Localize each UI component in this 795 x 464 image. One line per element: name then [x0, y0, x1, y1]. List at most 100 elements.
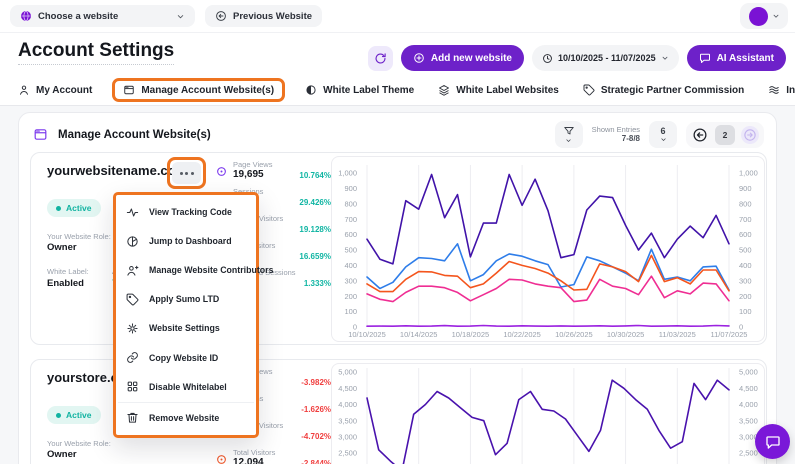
contrast-icon [305, 84, 317, 96]
svg-text:10/26/2025: 10/26/2025 [555, 330, 593, 339]
menu-item-remove-website[interactable]: Remove Website [116, 404, 256, 432]
svg-text:200: 200 [344, 292, 357, 301]
stat-value: 12,094 [233, 457, 264, 464]
activity-icon [126, 206, 139, 219]
tab-strategic-partner-commission[interactable]: Strategic Partner Commission [583, 84, 744, 96]
user-menu[interactable] [740, 3, 788, 29]
grid-icon [126, 380, 139, 393]
more-actions-button[interactable] [172, 162, 201, 184]
next-page-button[interactable] [741, 126, 759, 144]
menu-item-label: Apply Sumo LTD [149, 294, 219, 304]
svg-text:10/18/2025: 10/18/2025 [452, 330, 490, 339]
tab-label: Manage Account Website(s) [141, 85, 274, 96]
choose-website-dropdown[interactable]: Choose a website [10, 5, 195, 27]
svg-text:500: 500 [344, 246, 357, 255]
tab-manage-account-websites[interactable]: Manage Account Website(s) [112, 78, 285, 102]
refresh-button[interactable] [368, 46, 393, 71]
tag-icon [126, 293, 139, 306]
stat-label: Page Views [233, 160, 272, 169]
stat-percent: 1.333% [304, 279, 331, 288]
svg-text:11/07/2025: 11/07/2025 [711, 330, 748, 339]
layers-icon [438, 84, 450, 96]
top-navigation-bar: Choose a website Previous Website [0, 0, 795, 33]
more-actions-icon [180, 172, 183, 175]
stat-percent: -3.982% [301, 378, 331, 387]
svg-text:400: 400 [344, 261, 357, 270]
menu-item-label: Manage Website Contributors [149, 265, 273, 275]
menu-item-label: Jump to Dashboard [149, 236, 232, 246]
tab-label: Strategic Partner Commission [601, 85, 744, 96]
previous-website-button[interactable]: Previous Website [205, 5, 322, 27]
svg-text:500: 500 [739, 246, 752, 255]
previous-website-label: Previous Website [233, 11, 312, 22]
chevron-down-icon [565, 137, 572, 144]
svg-text:5,000: 5,000 [739, 368, 758, 377]
svg-text:2,500: 2,500 [739, 449, 758, 458]
menu-item-jump-to-dashboard[interactable]: Jump to Dashboard [116, 227, 256, 255]
funnel-icon [563, 125, 575, 137]
date-range-picker[interactable]: 10/10/2025 - 11/07/2025 [532, 45, 679, 71]
menu-item-label: Disable Whitelabel [149, 382, 227, 392]
refresh-icon [374, 52, 387, 65]
trash-icon [126, 411, 139, 424]
svg-text:4,000: 4,000 [739, 400, 758, 409]
ai-assistant-button[interactable]: AI Assistant [687, 45, 786, 71]
tab-white-label-websites[interactable]: White Label Websites [438, 84, 559, 96]
chat-icon [765, 434, 781, 450]
current-page-indicator[interactable]: 2 [715, 125, 735, 145]
add-new-website-label: Add new website [431, 53, 512, 64]
arrow-left-circle-icon [215, 10, 227, 22]
svg-text:700: 700 [739, 215, 752, 224]
header-actions: Add new website 10/10/2025 - 11/07/2025 … [368, 45, 786, 71]
white-label-value: Enabled [47, 278, 84, 289]
filter-button[interactable] [555, 121, 583, 148]
menu-item-apply-sumo-ltd[interactable]: Apply Sumo LTD [116, 285, 256, 313]
shown-entries-label: Shown Entries [592, 125, 640, 134]
account-settings-screen: Choose a website Previous Website Accoun… [0, 0, 795, 464]
menu-item-disable-whitelabel[interactable]: Disable Whitelabel [116, 373, 256, 401]
add-new-website-button[interactable]: Add new website [401, 45, 524, 71]
previous-page-button[interactable] [691, 126, 709, 144]
chat-icon [699, 52, 711, 64]
person-icon [18, 84, 30, 96]
menu-item-copy-website-id[interactable]: Copy Website ID [116, 344, 256, 372]
tab-label: Invoices [786, 85, 795, 96]
more-actions-highlight [167, 157, 206, 189]
traffic-line-chart: 2,0002,0002,5002,5003,0003,0003,5003,500… [331, 363, 765, 464]
white-label-label: White Label: [47, 267, 89, 276]
window-icon [123, 84, 135, 96]
svg-text:3,500: 3,500 [739, 416, 758, 425]
svg-text:5,000: 5,000 [338, 368, 357, 377]
svg-text:4,500: 4,500 [338, 384, 357, 393]
menu-item-website-settings[interactable]: Website Settings [116, 314, 256, 342]
svg-text:4,000: 4,000 [338, 400, 357, 409]
page-title: Account Settings [18, 40, 174, 65]
chat-fab-button[interactable] [755, 424, 790, 459]
panel-title: Manage Account Website(s) [33, 127, 211, 142]
globe-icon [20, 10, 32, 22]
svg-text:10/10/2025: 10/10/2025 [348, 330, 386, 339]
target-icon [216, 454, 227, 464]
tab-invoices[interactable]: Invoices [768, 84, 795, 96]
role-label: Your Website Role: [47, 439, 111, 448]
stat-percent: -1.626% [301, 405, 331, 414]
menu-item-manage-website-contributors[interactable]: Manage Website Contributors [116, 256, 256, 284]
page-size-select[interactable]: 6 [649, 121, 677, 148]
stat-total-visitors: Total Visitors 12,094 -2.844% [216, 448, 331, 464]
choose-website-content: Choose a website [20, 10, 118, 22]
menu-item-view-tracking-code[interactable]: View Tracking Code [116, 198, 256, 226]
panel-title-label: Manage Account Website(s) [58, 129, 211, 141]
person-plus-icon [126, 264, 139, 277]
menu-item-label: Remove Website [149, 413, 219, 423]
arrow-right-circle-icon [743, 128, 757, 142]
tab-white-label-theme[interactable]: White Label Theme [305, 84, 414, 96]
page-header: Choose a website Previous Website Accoun… [0, 0, 795, 106]
svg-text:700: 700 [344, 215, 357, 224]
clock-icon [542, 53, 553, 64]
tab-label: White Label Theme [323, 85, 414, 96]
svg-text:900: 900 [344, 184, 357, 193]
svg-text:900: 900 [739, 184, 752, 193]
target-icon [216, 166, 227, 177]
stat-page-views: Page Views 19,695 10.764% [216, 160, 331, 186]
tab-my-account[interactable]: My Account [18, 84, 92, 96]
